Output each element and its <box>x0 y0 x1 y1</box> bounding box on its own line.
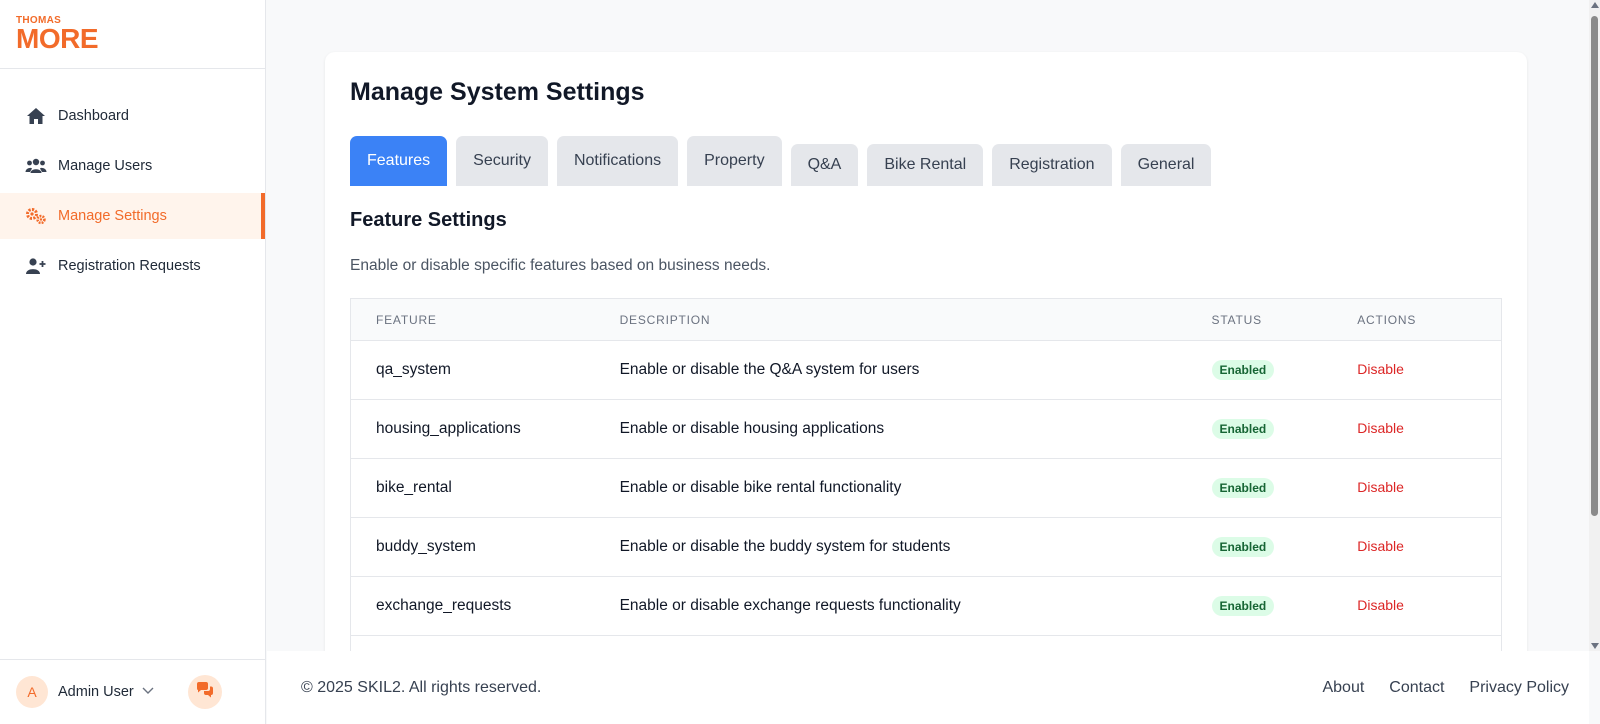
sidebar-item-label: Manage Users <box>58 158 153 174</box>
user-name[interactable]: Admin User <box>58 684 134 700</box>
tab-property[interactable]: Property <box>687 136 782 186</box>
table-row: buddy_system Enable or disable the buddy… <box>351 518 1501 577</box>
status-badge: Enabled <box>1211 419 1275 439</box>
scrollbar-thumb[interactable] <box>1591 16 1598 516</box>
chevron-down-icon[interactable] <box>142 686 154 698</box>
feature-description: Enable or disable exchange requests func… <box>619 597 961 614</box>
sidebar-item-manage-settings[interactable]: Manage Settings <box>0 193 265 239</box>
table-row: bike_rental Enable or disable bike renta… <box>351 459 1501 518</box>
gears-icon <box>24 206 48 226</box>
status-badge: Enabled <box>1211 360 1275 380</box>
footer-link-privacy-policy[interactable]: Privacy Policy <box>1469 679 1569 697</box>
avatar[interactable]: A <box>16 676 48 708</box>
column-header-description: DESCRIPTION <box>619 312 711 327</box>
footer-link-contact[interactable]: Contact <box>1389 679 1444 697</box>
sidebar-nav: Dashboard Manage Users Manage Settings R… <box>0 69 265 289</box>
section-title: Feature Settings <box>350 209 507 231</box>
footer-link-about[interactable]: About <box>1322 679 1364 697</box>
sidebar-item-label: Manage Settings <box>58 208 167 224</box>
disable-button[interactable]: Disable <box>1357 538 1404 554</box>
users-icon <box>24 156 48 176</box>
copyright-text: © 2025 SKIL2. All rights reserved. <box>301 678 542 696</box>
sidebar-item-dashboard[interactable]: Dashboard <box>0 93 265 139</box>
table-row: exchange_requests Enable or disable exch… <box>351 577 1501 636</box>
feature-description: Enable or disable the Q&A system for use… <box>619 361 920 378</box>
column-header-actions: ACTIONS <box>1357 312 1417 327</box>
tab-features[interactable]: Features <box>350 136 448 186</box>
feature-key: qa_system <box>376 361 451 378</box>
logo[interactable]: THOMAS MORE <box>0 0 265 69</box>
table-header: FEATURE DESCRIPTION STATUS ACTIONS <box>351 299 1501 341</box>
sidebar-item-registration-requests[interactable]: Registration Requests <box>0 243 265 289</box>
feature-key: bike_rental <box>376 479 452 496</box>
tab-notifications[interactable]: Notifications <box>556 136 679 186</box>
tab-qa[interactable]: Q&A <box>790 144 859 186</box>
status-badge: Enabled <box>1211 596 1275 616</box>
settings-card: Manage System Settings Features Security… <box>325 52 1527 672</box>
features-table: FEATURE DESCRIPTION STATUS ACTIONS qa_sy… <box>350 298 1502 672</box>
disable-button[interactable]: Disable <box>1357 479 1404 495</box>
feature-description: Enable or disable housing applications <box>619 420 885 437</box>
chat-bubbles-icon <box>195 681 215 704</box>
sidebar-item-manage-users[interactable]: Manage Users <box>0 143 265 189</box>
feature-description: Enable or disable the buddy system for s… <box>619 538 951 555</box>
status-badge: Enabled <box>1211 478 1275 498</box>
sidebar: THOMAS MORE Dashboard Manage Users Manag… <box>0 0 266 724</box>
tab-bike-rental[interactable]: Bike Rental <box>867 144 984 186</box>
feature-key: exchange_requests <box>376 597 512 614</box>
scroll-down-arrow-icon[interactable] <box>1591 643 1599 649</box>
page-scrollbar[interactable] <box>1589 0 1600 651</box>
table-row: housing_applications Enable or disable h… <box>351 400 1501 459</box>
feature-description: Enable or disable bike rental functional… <box>619 479 902 496</box>
section-description: Enable or disable specific features base… <box>350 257 771 274</box>
table-row: qa_system Enable or disable the Q&A syst… <box>351 341 1501 400</box>
tab-security[interactable]: Security <box>456 136 548 186</box>
home-icon <box>24 106 48 126</box>
tab-registration[interactable]: Registration <box>992 144 1112 186</box>
page-title: Manage System Settings <box>350 78 645 106</box>
disable-button[interactable]: Disable <box>1357 361 1404 377</box>
disable-button[interactable]: Disable <box>1357 420 1404 436</box>
scroll-up-arrow-icon[interactable] <box>1591 2 1599 8</box>
disable-button[interactable]: Disable <box>1357 597 1404 613</box>
user-panel: A Admin User <box>0 659 266 724</box>
footer-links: About Contact Privacy Policy <box>1297 679 1589 697</box>
feature-key: housing_applications <box>376 420 521 437</box>
status-badge: Enabled <box>1211 537 1275 557</box>
tab-general[interactable]: General <box>1120 144 1212 186</box>
logo-main-text: MORE <box>16 23 99 54</box>
sidebar-item-label: Registration Requests <box>58 258 201 274</box>
feature-key: buddy_system <box>376 538 476 555</box>
chat-button[interactable] <box>188 675 222 709</box>
settings-tabs: Features Security Notifications Property… <box>350 135 1220 186</box>
sidebar-item-label: Dashboard <box>58 108 129 124</box>
user-plus-icon <box>24 256 48 276</box>
column-header-feature: FEATURE <box>376 312 437 327</box>
column-header-status: STATUS <box>1211 312 1262 327</box>
footer: © 2025 SKIL2. All rights reserved. About… <box>267 651 1589 724</box>
